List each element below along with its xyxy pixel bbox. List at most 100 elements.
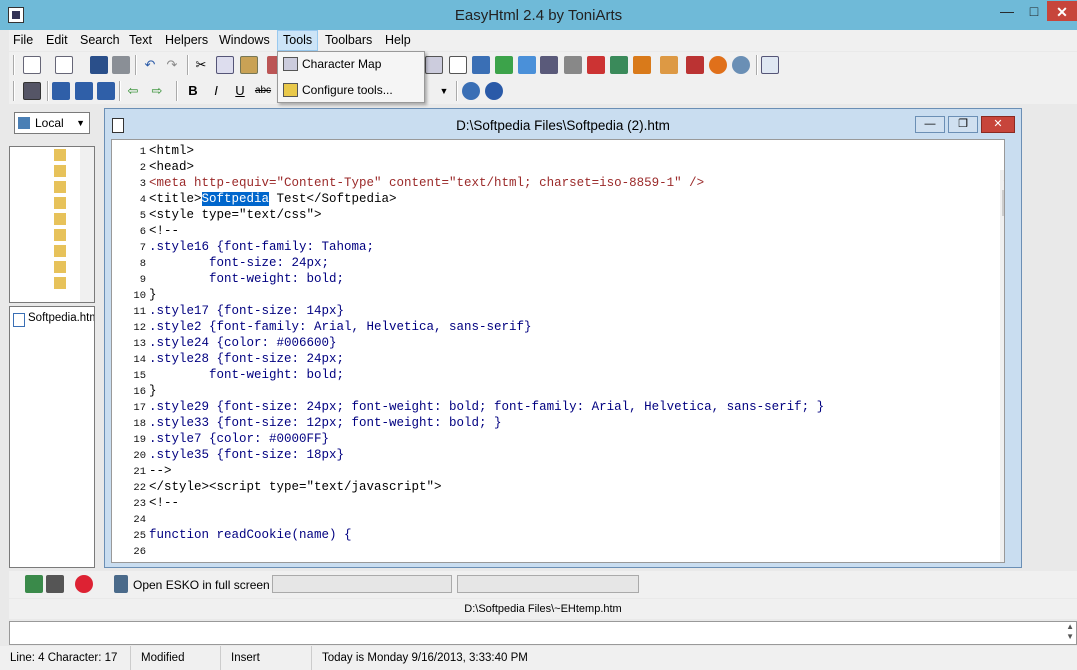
code-line[interactable]: .style24 {color: #006600} (149, 336, 337, 350)
redo-icon[interactable]: ↷ (163, 56, 181, 74)
code-line[interactable]: <title>Softpedia Test</Softpedia> (149, 192, 397, 206)
refresh-icon[interactable] (25, 575, 43, 593)
line-number: 16 (133, 386, 146, 398)
code-line[interactable]: function readCookie(name) { (149, 528, 352, 542)
scrollbar-thumb[interactable] (1002, 190, 1004, 216)
folder-icon (54, 261, 66, 273)
layout-icon[interactable] (52, 82, 70, 100)
scroll-up-icon[interactable]: ▲ (1002, 173, 1004, 183)
menu-edit[interactable]: Edit (46, 33, 68, 47)
undo-icon[interactable]: ↶ (141, 56, 159, 74)
folder-icon (54, 213, 66, 225)
editor-minimize-button[interactable]: — (915, 116, 945, 133)
help-circle-icon[interactable] (709, 56, 727, 74)
disk-icon[interactable] (46, 575, 64, 593)
form-icon[interactable] (472, 56, 490, 74)
forward-arrow-icon[interactable]: ⇨ (148, 82, 166, 100)
code-line[interactable]: --> (149, 464, 172, 478)
code-line[interactable]: } (149, 384, 157, 398)
print-icon[interactable] (112, 56, 130, 74)
preview-icon[interactable] (761, 56, 779, 74)
code-editor[interactable]: 1 2 3 4 5 6 7 8 9 10 11 12 13 14 15 16 17 18 19 20 21 22 23 24 2… (111, 139, 1005, 563)
italic-button[interactable]: I (207, 82, 225, 100)
menu-tools[interactable]: Tools (277, 30, 319, 51)
code-line[interactable]: .style35 {font-size: 18px} (149, 448, 344, 462)
editor-close-button[interactable]: ✕ (981, 116, 1015, 133)
maximize-button[interactable]: □ (1021, 0, 1047, 22)
java-icon[interactable] (686, 56, 704, 74)
folder-tree[interactable] (9, 146, 95, 303)
menu-search[interactable]: Search (80, 33, 120, 47)
code-line[interactable]: } (149, 288, 157, 302)
image-icon[interactable] (610, 56, 628, 74)
refresh-link-icon[interactable] (495, 56, 513, 74)
new-template-icon[interactable] (55, 56, 73, 74)
output-scroll-icon[interactable]: ▲ ▼ (1066, 622, 1074, 642)
info-icon[interactable] (462, 82, 480, 100)
code-line[interactable]: font-weight: bold; (149, 272, 344, 286)
back-arrow-icon[interactable]: ⇦ (124, 82, 142, 100)
file-item[interactable]: Softpedia.htm (28, 312, 94, 324)
save-icon[interactable] (90, 56, 108, 74)
menu-text[interactable]: Text (129, 33, 152, 47)
code-line[interactable]: .style7 {color: #0000FF} (149, 432, 329, 446)
code-line[interactable]: .style33 {font-size: 12px; font-weight: … (149, 416, 502, 430)
code-line[interactable]: .style29 {font-size: 24px; font-weight: … (149, 400, 824, 414)
new-file-icon[interactable] (23, 56, 41, 74)
bold-button[interactable]: B (184, 82, 202, 100)
css-icon[interactable] (633, 56, 651, 74)
strikethrough-button[interactable]: abc (254, 82, 272, 100)
code-line[interactable]: <!-- (149, 496, 179, 510)
copy-icon[interactable] (216, 56, 234, 74)
cut-icon[interactable]: ✂ (192, 56, 210, 74)
list-icon[interactable] (540, 56, 558, 74)
document-title: D:\Softpedia Files\Softpedia (2).htm (456, 118, 670, 133)
stop-icon[interactable] (75, 575, 93, 593)
editor-restore-button[interactable]: ❐ (948, 116, 978, 133)
code-line[interactable]: </style><script type="text/javascript"> (149, 480, 442, 494)
drive-combo[interactable]: Local ▼ (14, 112, 90, 134)
code-line[interactable]: .style28 {font-size: 24px; (149, 352, 344, 366)
table-icon[interactable] (518, 56, 536, 74)
hotdog-icon[interactable] (660, 56, 678, 74)
color-icon[interactable] (587, 56, 605, 74)
code-line[interactable]: font-weight: bold; (149, 368, 344, 382)
code-line[interactable]: <meta http-equiv="Content-Type" content=… (149, 176, 704, 190)
code-line[interactable]: font-size: 24px; (149, 256, 329, 270)
clock-icon[interactable] (732, 56, 750, 74)
line-number: 12 (133, 322, 146, 334)
output-box[interactable]: ▲ ▼ (9, 621, 1077, 645)
split-vertical-icon[interactable] (97, 82, 115, 100)
code-line[interactable]: <style type="text/css"> (149, 208, 322, 222)
tree-scrollbar[interactable] (80, 147, 94, 302)
menu-help[interactable]: Help (385, 33, 411, 47)
selected-text[interactable]: Softpedia (201, 192, 270, 206)
calendar-icon[interactable] (23, 82, 41, 100)
font-dropdown-arrow-icon[interactable]: ▼ (435, 82, 453, 100)
menu-item-character-map[interactable]: Character Map (280, 52, 422, 76)
table-tag-icon[interactable] (449, 56, 467, 74)
fullscreen-button-label[interactable]: Open ESKO in full screen (133, 578, 270, 592)
code-line[interactable]: .style17 {font-size: 14px} (149, 304, 344, 318)
html-tag-icon[interactable] (425, 56, 443, 74)
menu-helpers[interactable]: Helpers (165, 33, 208, 47)
vertical-scrollbar[interactable]: ▲ ▼ (1000, 170, 1004, 562)
code-line[interactable]: .style16 {font-family: Tahoma; (149, 240, 374, 254)
code-line[interactable]: <!-- (149, 224, 179, 238)
monitor-icon[interactable] (114, 575, 128, 593)
file-list[interactable]: Softpedia.htm (9, 306, 95, 568)
minimize-button[interactable]: — (993, 0, 1021, 22)
underline-button[interactable]: U (231, 82, 249, 100)
paste-icon[interactable] (240, 56, 258, 74)
frame-icon[interactable] (564, 56, 582, 74)
menu-toolbars[interactable]: Toolbars (325, 33, 372, 47)
menu-item-configure-tools[interactable]: Configure tools... (280, 78, 422, 102)
code-line[interactable]: .style2 {font-family: Arial, Helvetica, … (149, 320, 532, 334)
split-horizontal-icon[interactable] (75, 82, 93, 100)
code-line[interactable]: <html> (149, 144, 194, 158)
code-line[interactable]: <head> (149, 160, 194, 174)
close-button[interactable]: ✕ (1047, 1, 1077, 21)
menu-file[interactable]: File (13, 33, 33, 47)
menu-windows[interactable]: Windows (219, 33, 270, 47)
help-icon[interactable] (485, 82, 503, 100)
